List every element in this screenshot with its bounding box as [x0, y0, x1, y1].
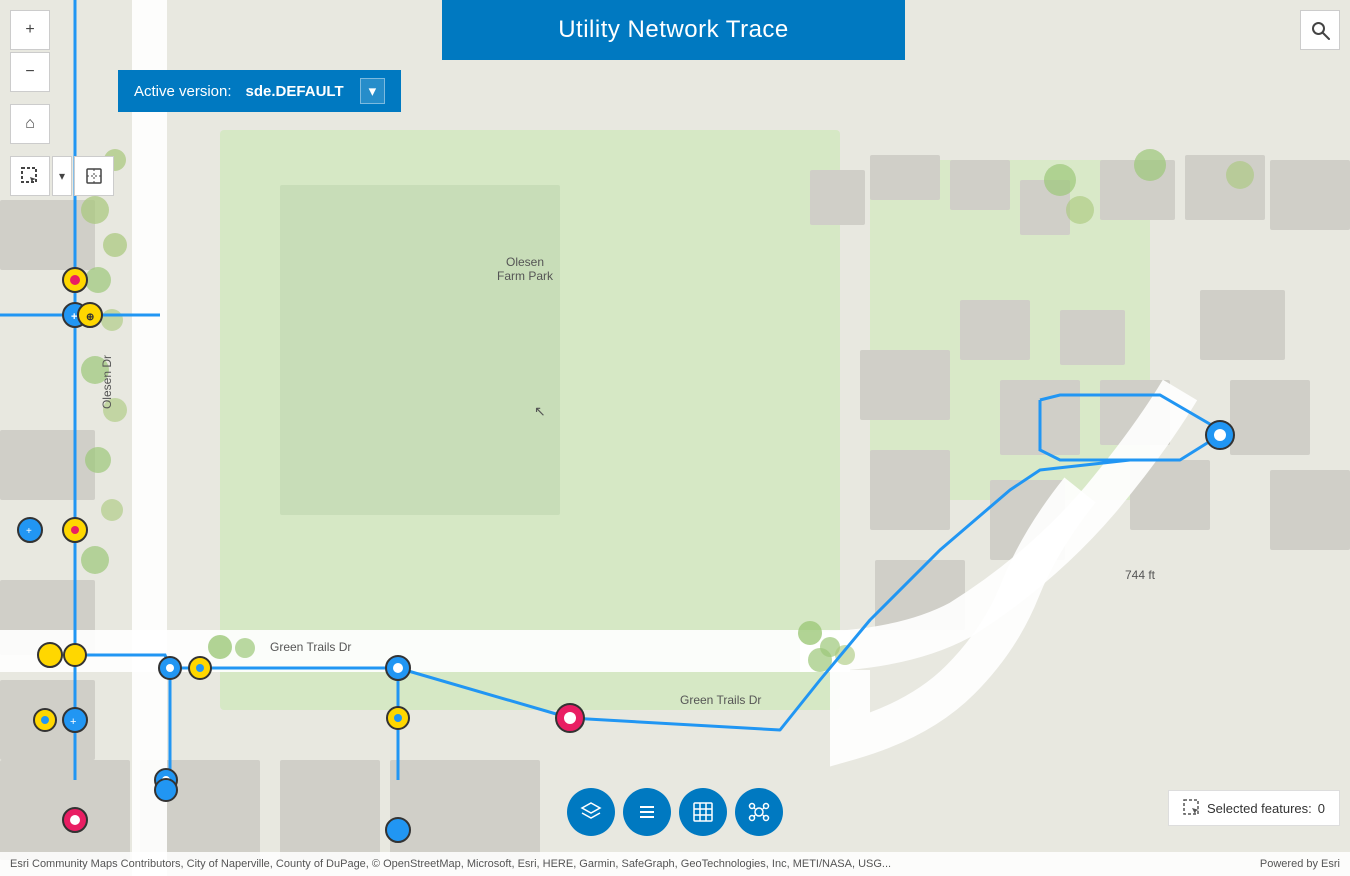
svg-text:↖: ↖: [534, 403, 546, 419]
svg-text:⊕: ⊕: [86, 312, 94, 323]
header-bar: Utility Network Trace: [442, 0, 905, 60]
version-label: Active version:: [134, 83, 232, 100]
map-svg: + ⊕ +: [0, 0, 1350, 876]
search-button[interactable]: [1300, 10, 1340, 50]
selection-icon: [1183, 799, 1201, 817]
map-container[interactable]: + ⊕ +: [0, 0, 1350, 876]
list-button[interactable]: [623, 788, 671, 836]
selected-features-count: 0: [1318, 801, 1325, 816]
zoom-out-button[interactable]: −: [10, 52, 50, 92]
selected-features-panel: Selected features: 0: [1168, 790, 1340, 826]
header-title: Utility Network Trace: [558, 16, 789, 44]
version-value: sde.DEFAULT: [246, 83, 344, 100]
version-bar: Active version: sde.DEFAULT ▾: [118, 70, 401, 112]
svg-text:+: +: [26, 526, 32, 537]
home-row: ⌂: [10, 104, 114, 144]
attribution-left: Esri Community Maps Contributors, City o…: [10, 858, 891, 870]
select-row: ▾: [10, 156, 114, 196]
zoom-out-row: −: [10, 52, 114, 92]
bottom-toolbar: [567, 788, 783, 836]
select-button[interactable]: [10, 156, 50, 196]
zoom-in-button[interactable]: +: [10, 10, 50, 50]
version-dropdown-button[interactable]: ▾: [360, 78, 386, 104]
home-button[interactable]: ⌂: [10, 104, 50, 144]
network-button[interactable]: [735, 788, 783, 836]
selected-features-label: Selected features:: [1207, 801, 1312, 816]
svg-text:+: +: [70, 716, 76, 728]
layers-button[interactable]: [567, 788, 615, 836]
table-button[interactable]: [679, 788, 727, 836]
select-dropdown-button[interactable]: ▾: [52, 156, 72, 196]
svg-text:+: +: [71, 311, 77, 323]
attribution-bar: Esri Community Maps Contributors, City o…: [0, 852, 1350, 876]
zoom-tools: +: [10, 10, 114, 50]
left-toolbar: + − ⌂ ▾: [10, 10, 114, 196]
attribution-right: Powered by Esri: [1260, 858, 1340, 870]
snap-button[interactable]: [74, 156, 114, 196]
